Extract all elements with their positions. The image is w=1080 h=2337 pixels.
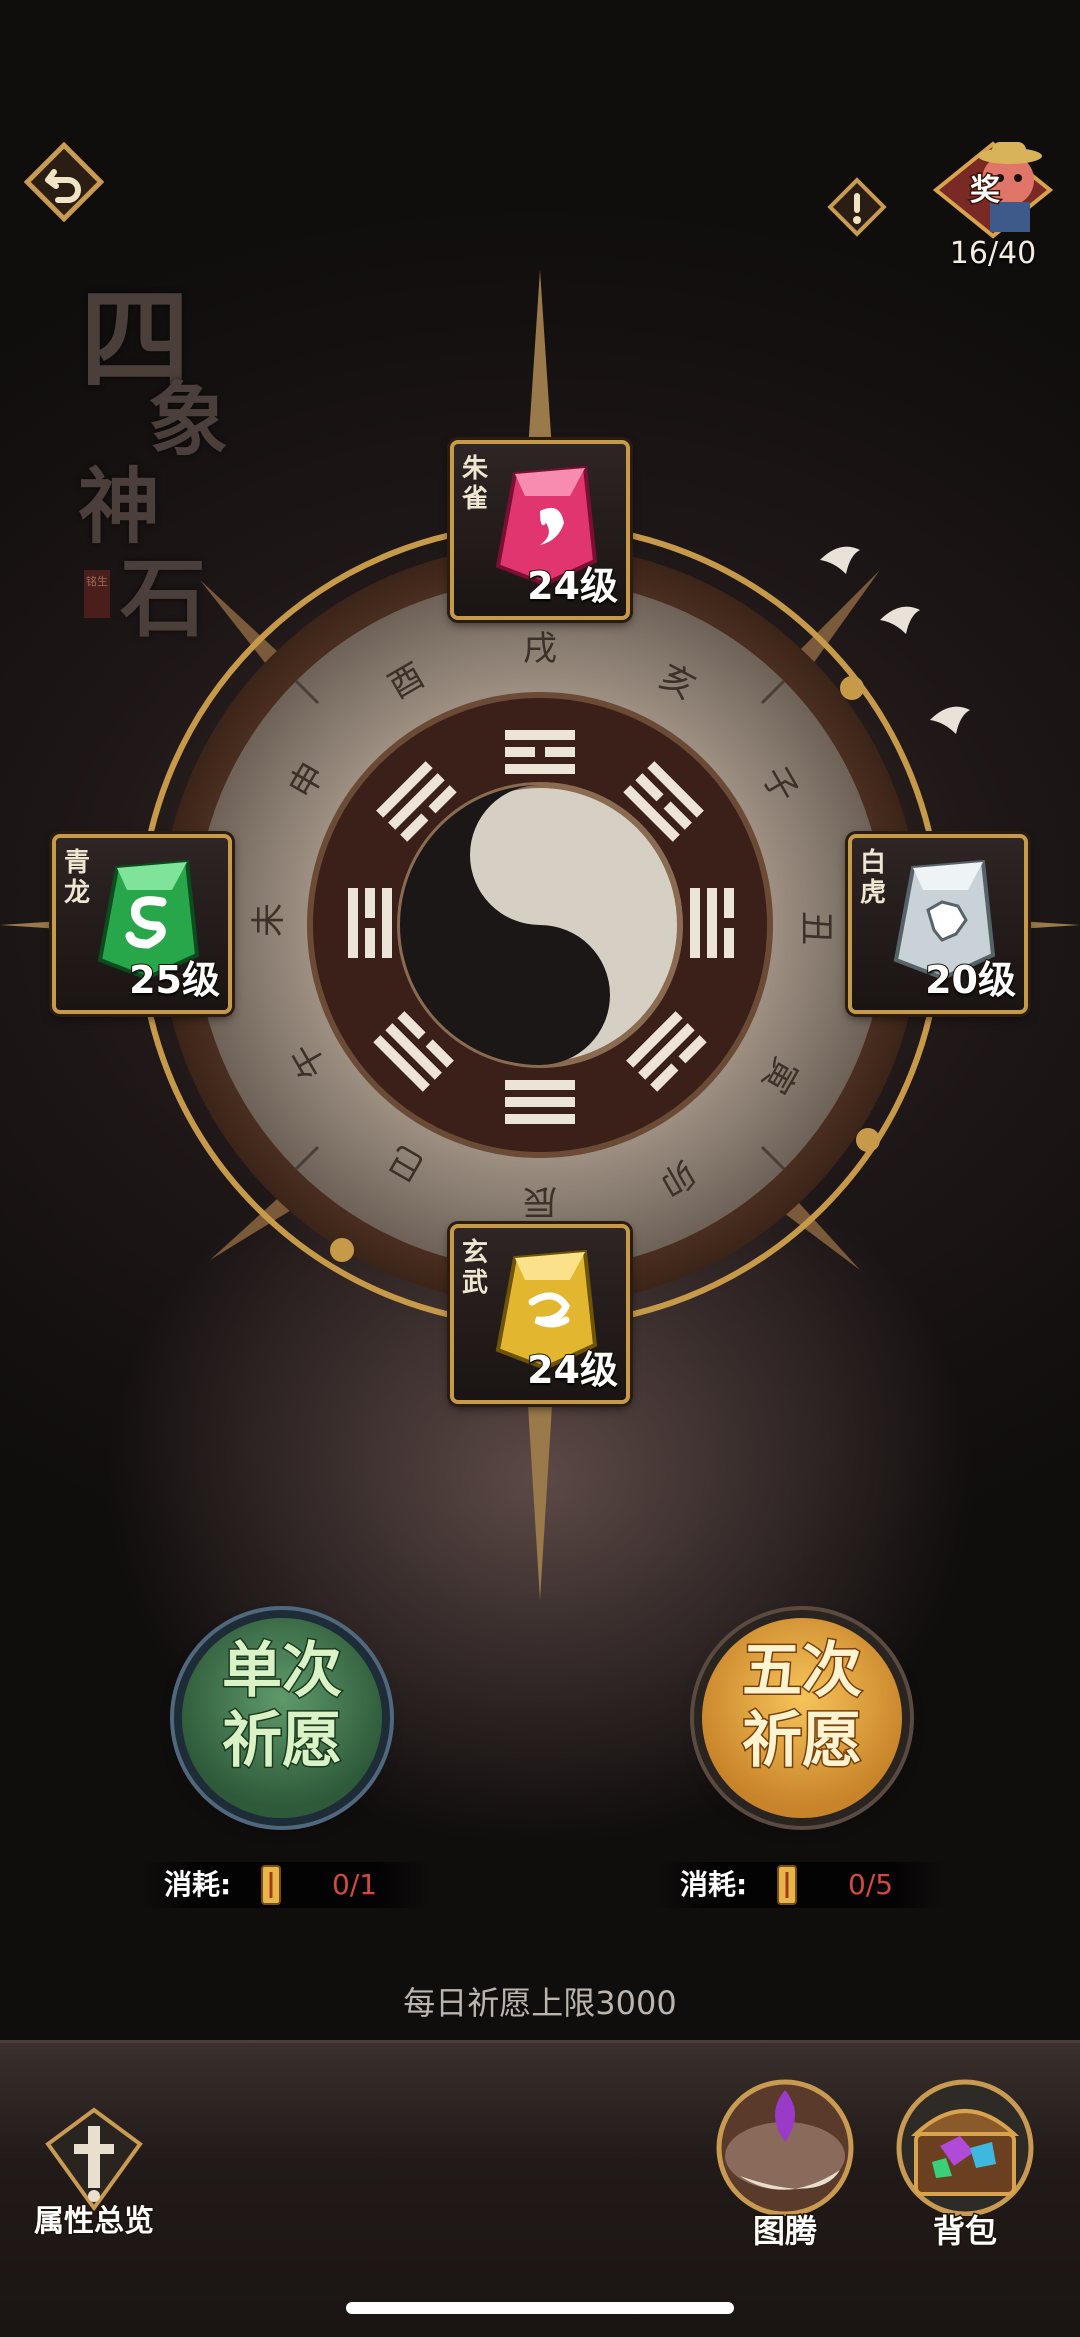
five-wish-cost: 消耗: 0/5 (656, 1862, 946, 1908)
bird-decoration (820, 546, 860, 574)
zodiac-glyph: 戌 (523, 629, 557, 669)
yin-dot (524, 839, 556, 871)
five-wish-label-line2: 祈愿 (741, 1706, 864, 1776)
daily-wish-limit: 每日祈愿上限3000 (403, 1984, 677, 2022)
cost-label: 消耗: (680, 1868, 748, 1901)
ring-knob (840, 676, 864, 700)
single-wish-button[interactable]: 单次 祈愿 (182, 1618, 382, 1818)
bird-decoration (930, 706, 970, 734)
stone-name: 白虎 (860, 848, 887, 908)
trigram-bottom (505, 1080, 575, 1124)
cost-value: 0/5 (848, 1868, 894, 1901)
stone-card-qinglong[interactable]: 青龙 25级 (52, 834, 232, 1014)
attributes-overview-button[interactable]: 属性总览 (24, 2104, 164, 2241)
back-arrow-icon (23, 141, 105, 223)
zodiac-glyph: 丑 (796, 911, 836, 945)
single-wish-cost: 消耗: 0/1 (140, 1862, 430, 1908)
totem-label: 图腾 (751, 2211, 818, 2252)
zodiac-glyph: 未 (249, 903, 289, 937)
back-button[interactable] (23, 141, 105, 223)
reward-label: 奖 (970, 173, 1000, 208)
stone-card-baihu[interactable]: 白虎 20级 (848, 834, 1028, 1014)
single-wish-label-line1: 单次 (221, 1636, 344, 1706)
stone-level: 24级 (526, 563, 619, 609)
attributes-overview-label: 属性总览 (33, 2203, 156, 2241)
reward-character-icon: 奖 (932, 141, 1054, 239)
stone-card-zhuque[interactable]: 朱雀 24级 (450, 440, 630, 620)
stone-level: 24级 (526, 1347, 619, 1393)
exclamation-icon (827, 177, 887, 237)
info-alert-button[interactable] (826, 176, 888, 238)
ring-knob (330, 1238, 354, 1262)
talisman-icon (777, 1865, 797, 1905)
home-indicator[interactable] (346, 2302, 734, 2314)
stone-name: 玄武 (462, 1238, 489, 1298)
stone-level: 25级 (128, 957, 221, 1003)
totem-icon (716, 2079, 854, 2217)
single-wish-label-line2: 祈愿 (221, 1706, 344, 1776)
stone-name: 青龙 (64, 848, 91, 908)
totem-button[interactable]: 图腾 (700, 2076, 870, 2256)
five-wish-button[interactable]: 五次 祈愿 (702, 1618, 902, 1818)
five-wish-label-line1: 五次 (741, 1636, 864, 1706)
treasure-chest-icon (896, 2079, 1034, 2217)
yang-dot (524, 979, 556, 1011)
stone-card-xuanwu[interactable]: 玄武 24级 (450, 1224, 630, 1404)
stone-level: 20级 (924, 957, 1017, 1003)
bird-decoration (880, 606, 920, 634)
ring-knob (856, 1128, 880, 1152)
bag-button[interactable]: 背包 (880, 2076, 1050, 2256)
zodiac-glyph: 辰 (523, 1181, 557, 1221)
bag-label: 背包 (931, 2211, 998, 2252)
reward-button[interactable]: 奖 16/40 (918, 140, 1068, 280)
cost-value: 0/1 (332, 1868, 378, 1901)
cost-label: 消耗: (164, 1868, 232, 1901)
talisman-icon (261, 1865, 281, 1905)
game-screen: { "top_bar": { "back_icon": "back-arrow-… (0, 0, 1080, 2337)
stone-name: 朱雀 (462, 454, 489, 514)
